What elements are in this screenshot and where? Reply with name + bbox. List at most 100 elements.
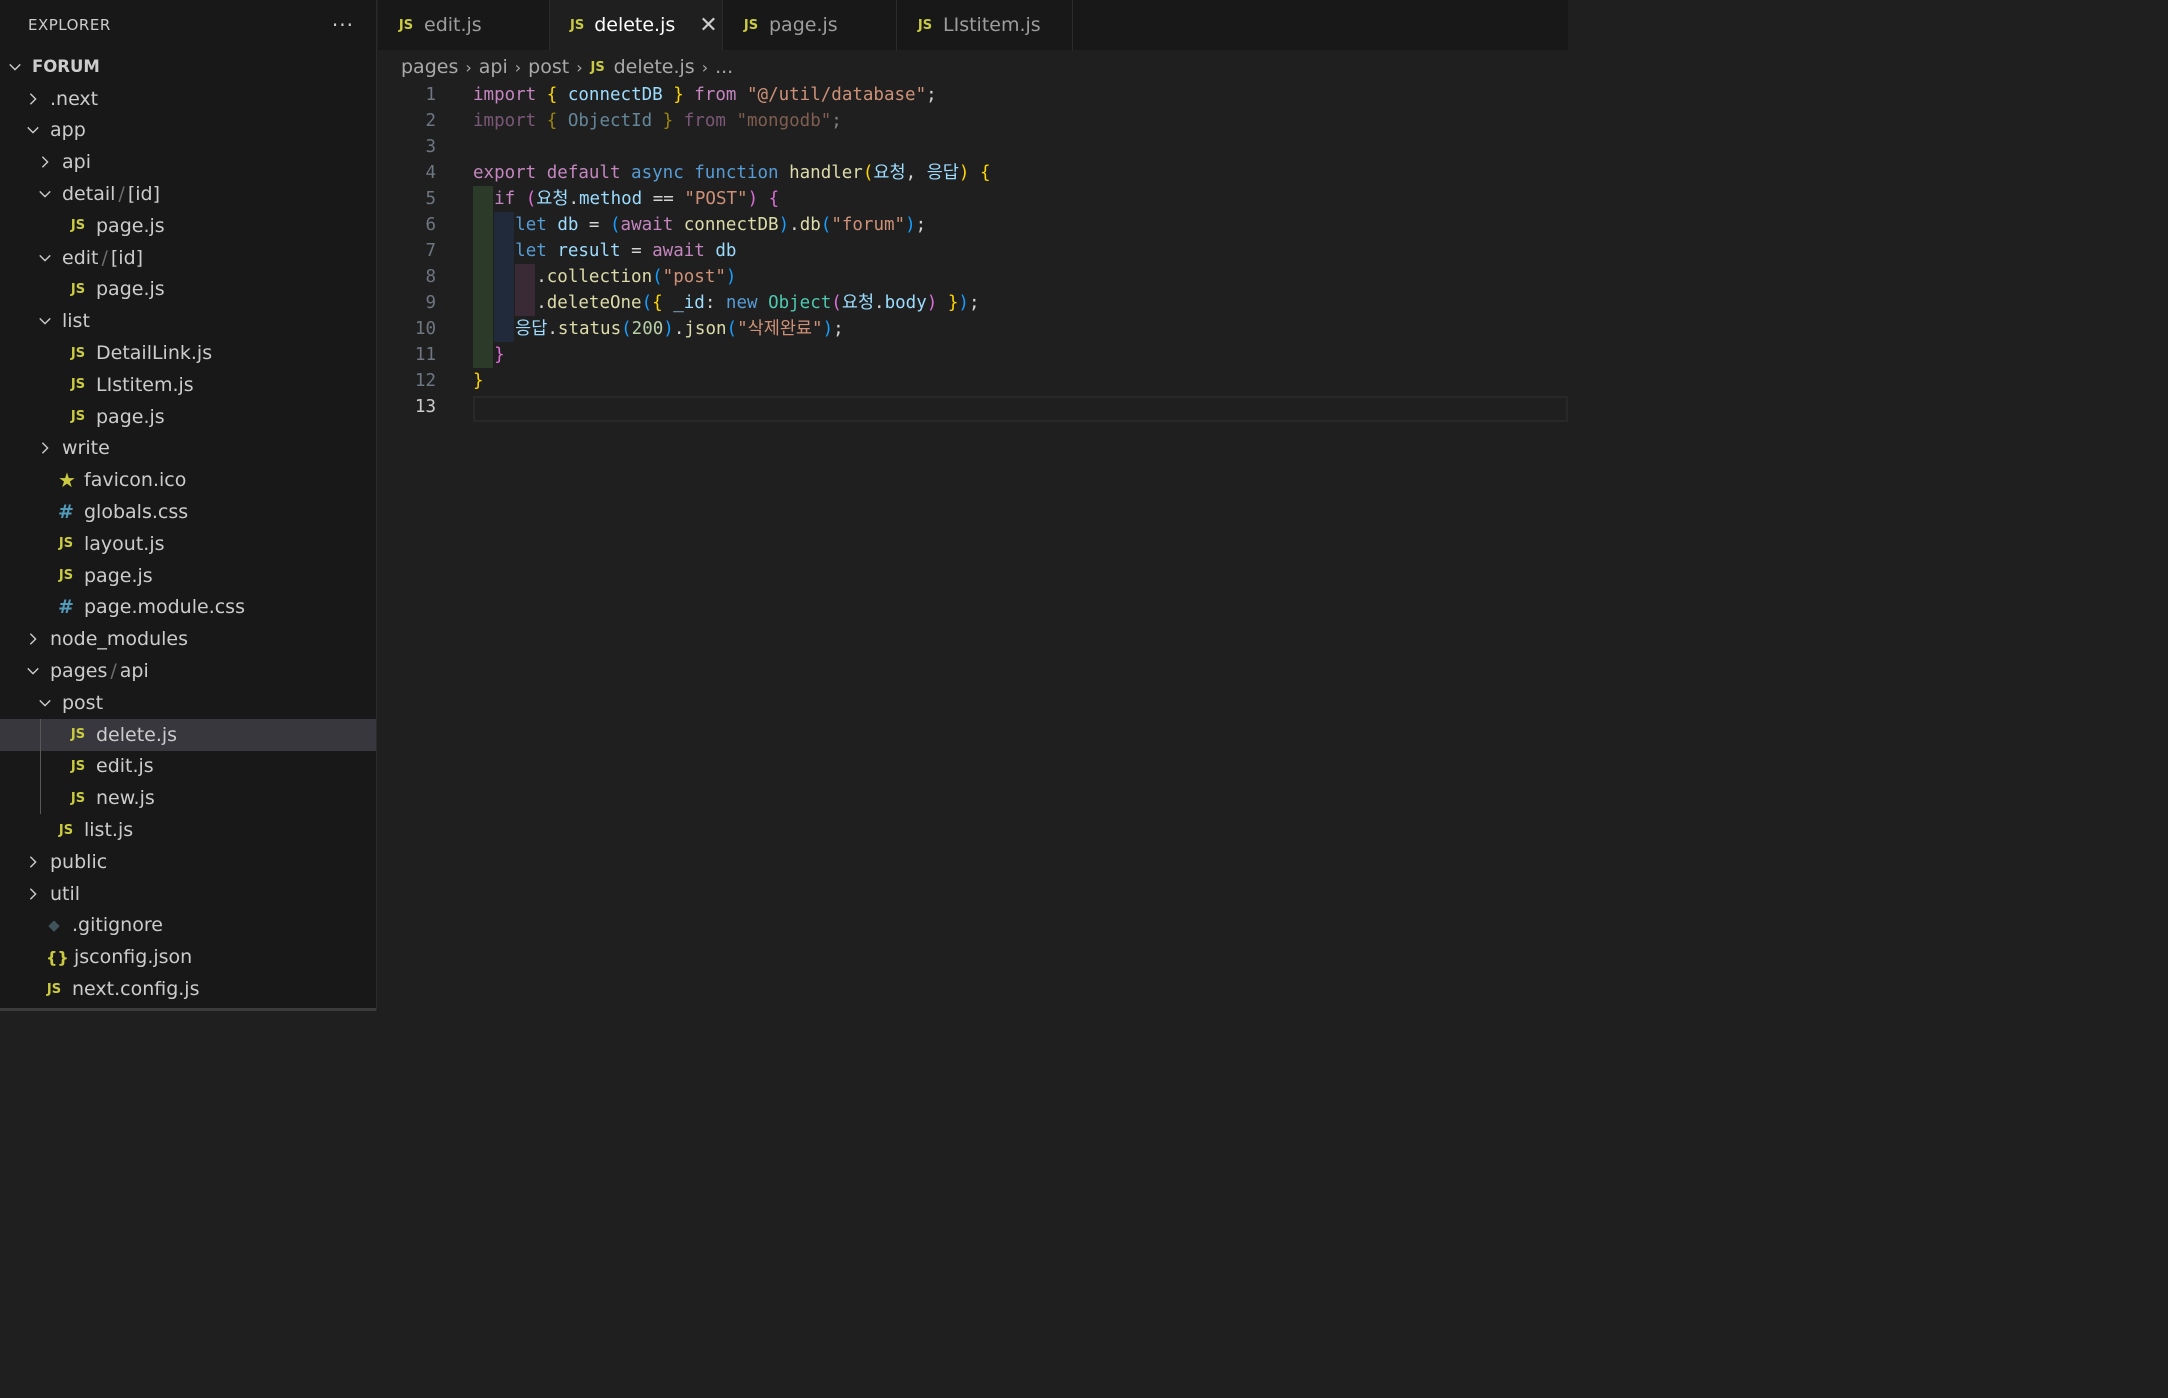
code-token: "post" (662, 267, 726, 287)
tree-file-layout-js[interactable]: JS layout.js (0, 528, 376, 560)
tree-folder-detail[interactable]: detail / [id] (0, 178, 376, 210)
code-token: async function (631, 163, 790, 183)
javascript-file-icon: JS (58, 822, 74, 838)
tree-file--gitignore[interactable]: ◆ .gitignore (0, 910, 376, 942)
tree-file-favicon-ico[interactable]: ★ favicon.ico (0, 464, 376, 496)
chevron-right-icon (24, 887, 42, 901)
tree-file-listitem-js[interactable]: JS LIstitem.js (0, 369, 376, 401)
code-token: . (547, 319, 558, 339)
code-line: 4 export default async function handler(요… (378, 160, 1568, 186)
code-editor[interactable]: 1 import { connectDB } from "@/util/datab… (378, 82, 1568, 1011)
tree-item-label-compact: [id] (110, 246, 144, 269)
code-token: ) (747, 189, 759, 209)
tree-folder-util[interactable]: util (0, 878, 376, 910)
tree-file-page-module-css[interactable]: # page.module.css (0, 592, 376, 624)
tree-file-page-js[interactable]: JS page.js (0, 560, 376, 592)
tree-item-label: post (62, 691, 104, 714)
code-token: ObjectId (557, 111, 663, 131)
tree-item-label: .gitignore (72, 914, 163, 937)
code-token: connectDB (557, 85, 674, 105)
tree-item-label: jsconfig.json (74, 946, 193, 969)
path-separator: / (101, 246, 108, 269)
chevron-right-icon: › (701, 57, 709, 77)
tab-label: page.js (769, 14, 838, 36)
tree-item-label: edit (62, 246, 99, 269)
code-token: status (557, 319, 622, 339)
tab-label: LIstitem.js (943, 14, 1041, 36)
code-token: 응답 (515, 319, 548, 339)
line-number: 12 (414, 371, 436, 391)
tree-file-jsconfig-json[interactable]: {} jsconfig.json (0, 941, 376, 973)
code-text: let result = await db (473, 238, 736, 264)
chevron-right-icon (36, 155, 54, 169)
code-token: from (673, 111, 726, 131)
code-text: } (473, 368, 484, 394)
code-token: deleteOne (546, 293, 642, 313)
tree-folder-edit[interactable]: edit / [id] (0, 242, 376, 274)
code-token: method (578, 189, 643, 209)
code-token: ) (778, 215, 790, 235)
code-text: import { ObjectId } from "mongodb"; (473, 108, 842, 134)
code-token: db (557, 215, 579, 235)
code-token: db (715, 241, 737, 261)
code-token: { (979, 163, 991, 183)
tree-folder-api[interactable]: api (0, 146, 376, 178)
close-icon[interactable]: ✕ (699, 13, 717, 38)
breadcrumb-item[interactable]: ... (715, 56, 733, 78)
tree-file-globals-css[interactable]: # globals.css (0, 496, 376, 528)
breadcrumb-item[interactable]: pages (401, 56, 458, 78)
code-token: . (673, 319, 685, 339)
tab-delete-js[interactable]: JS delete.js ✕ (550, 0, 723, 50)
tree-item-label: list (62, 310, 90, 333)
line-number: 13 (414, 397, 436, 417)
tree-folder--next[interactable]: .next (0, 83, 376, 115)
tree-file-new-js[interactable]: JS new.js (0, 782, 376, 815)
tree-file-edit-js[interactable]: JS edit.js (0, 750, 376, 783)
tree-folder-public[interactable]: public (0, 846, 376, 878)
tree-root-forum[interactable]: FORUM (0, 51, 376, 83)
tree-folder-app[interactable]: app (0, 115, 376, 147)
more-actions-icon[interactable]: ··· (332, 13, 354, 37)
code-token: "@/util/database" (747, 85, 927, 105)
breadcrumb-item[interactable]: delete.js (614, 56, 695, 78)
tree-file-delete-js[interactable]: JS delete.js (0, 718, 376, 751)
path-separator: / (110, 660, 117, 683)
code-token: let (515, 215, 558, 235)
tree-folder-node-modules[interactable]: node_modules (0, 623, 376, 655)
tree-file-page-js[interactable]: JS page.js (0, 210, 376, 242)
code-line: 1 import { connectDB } from "@/util/datab… (378, 82, 1568, 108)
code-token: ) (958, 293, 969, 313)
javascript-file-icon: JS (70, 377, 86, 393)
code-token: body (884, 293, 927, 313)
tree-folder-list[interactable]: list (0, 305, 376, 337)
breadcrumb-item[interactable]: post (528, 56, 569, 78)
breadcrumb: pages › api › post › JS delete.js ›... (401, 54, 733, 80)
tab-label: delete.js (594, 14, 676, 36)
tab-page-js[interactable]: JS page.js (723, 0, 897, 50)
javascript-file-icon: JS (46, 981, 62, 997)
tree-folder-post[interactable]: post (0, 687, 376, 719)
code-token: 요청 (536, 189, 569, 209)
chevron-right-icon: › (465, 57, 472, 77)
tree-file-next-config-js[interactable]: JS next.config.js (0, 973, 376, 1005)
tab-listitem-js[interactable]: JS LIstitem.js (897, 0, 1073, 50)
line-number: 7 (425, 241, 436, 261)
tree-file-page-js[interactable]: JS page.js (0, 401, 376, 433)
tree-folder-write[interactable]: write (0, 433, 376, 465)
code-token: ; (926, 85, 937, 105)
code-token: ) (958, 163, 970, 183)
breadcrumb-item[interactable]: api (479, 56, 508, 78)
tree-file-page-js[interactable]: JS page.js (0, 274, 376, 306)
code-line: 6 let db = (await connectDB).db("forum")… (378, 212, 1568, 238)
tree-file-list-js[interactable]: JS list.js (0, 814, 376, 846)
code-line: 12} (378, 368, 1568, 394)
tab-edit-js[interactable]: JS edit.js (378, 0, 550, 50)
code-token: . (473, 267, 547, 287)
code-token: ( (862, 163, 874, 183)
tree-item-label: LIstitem.js (96, 373, 194, 396)
line-number: 2 (425, 111, 436, 131)
tree-file-detaillink-js[interactable]: JS DetailLink.js (0, 337, 376, 369)
tree-folder-pages[interactable]: pages / api (0, 655, 376, 687)
